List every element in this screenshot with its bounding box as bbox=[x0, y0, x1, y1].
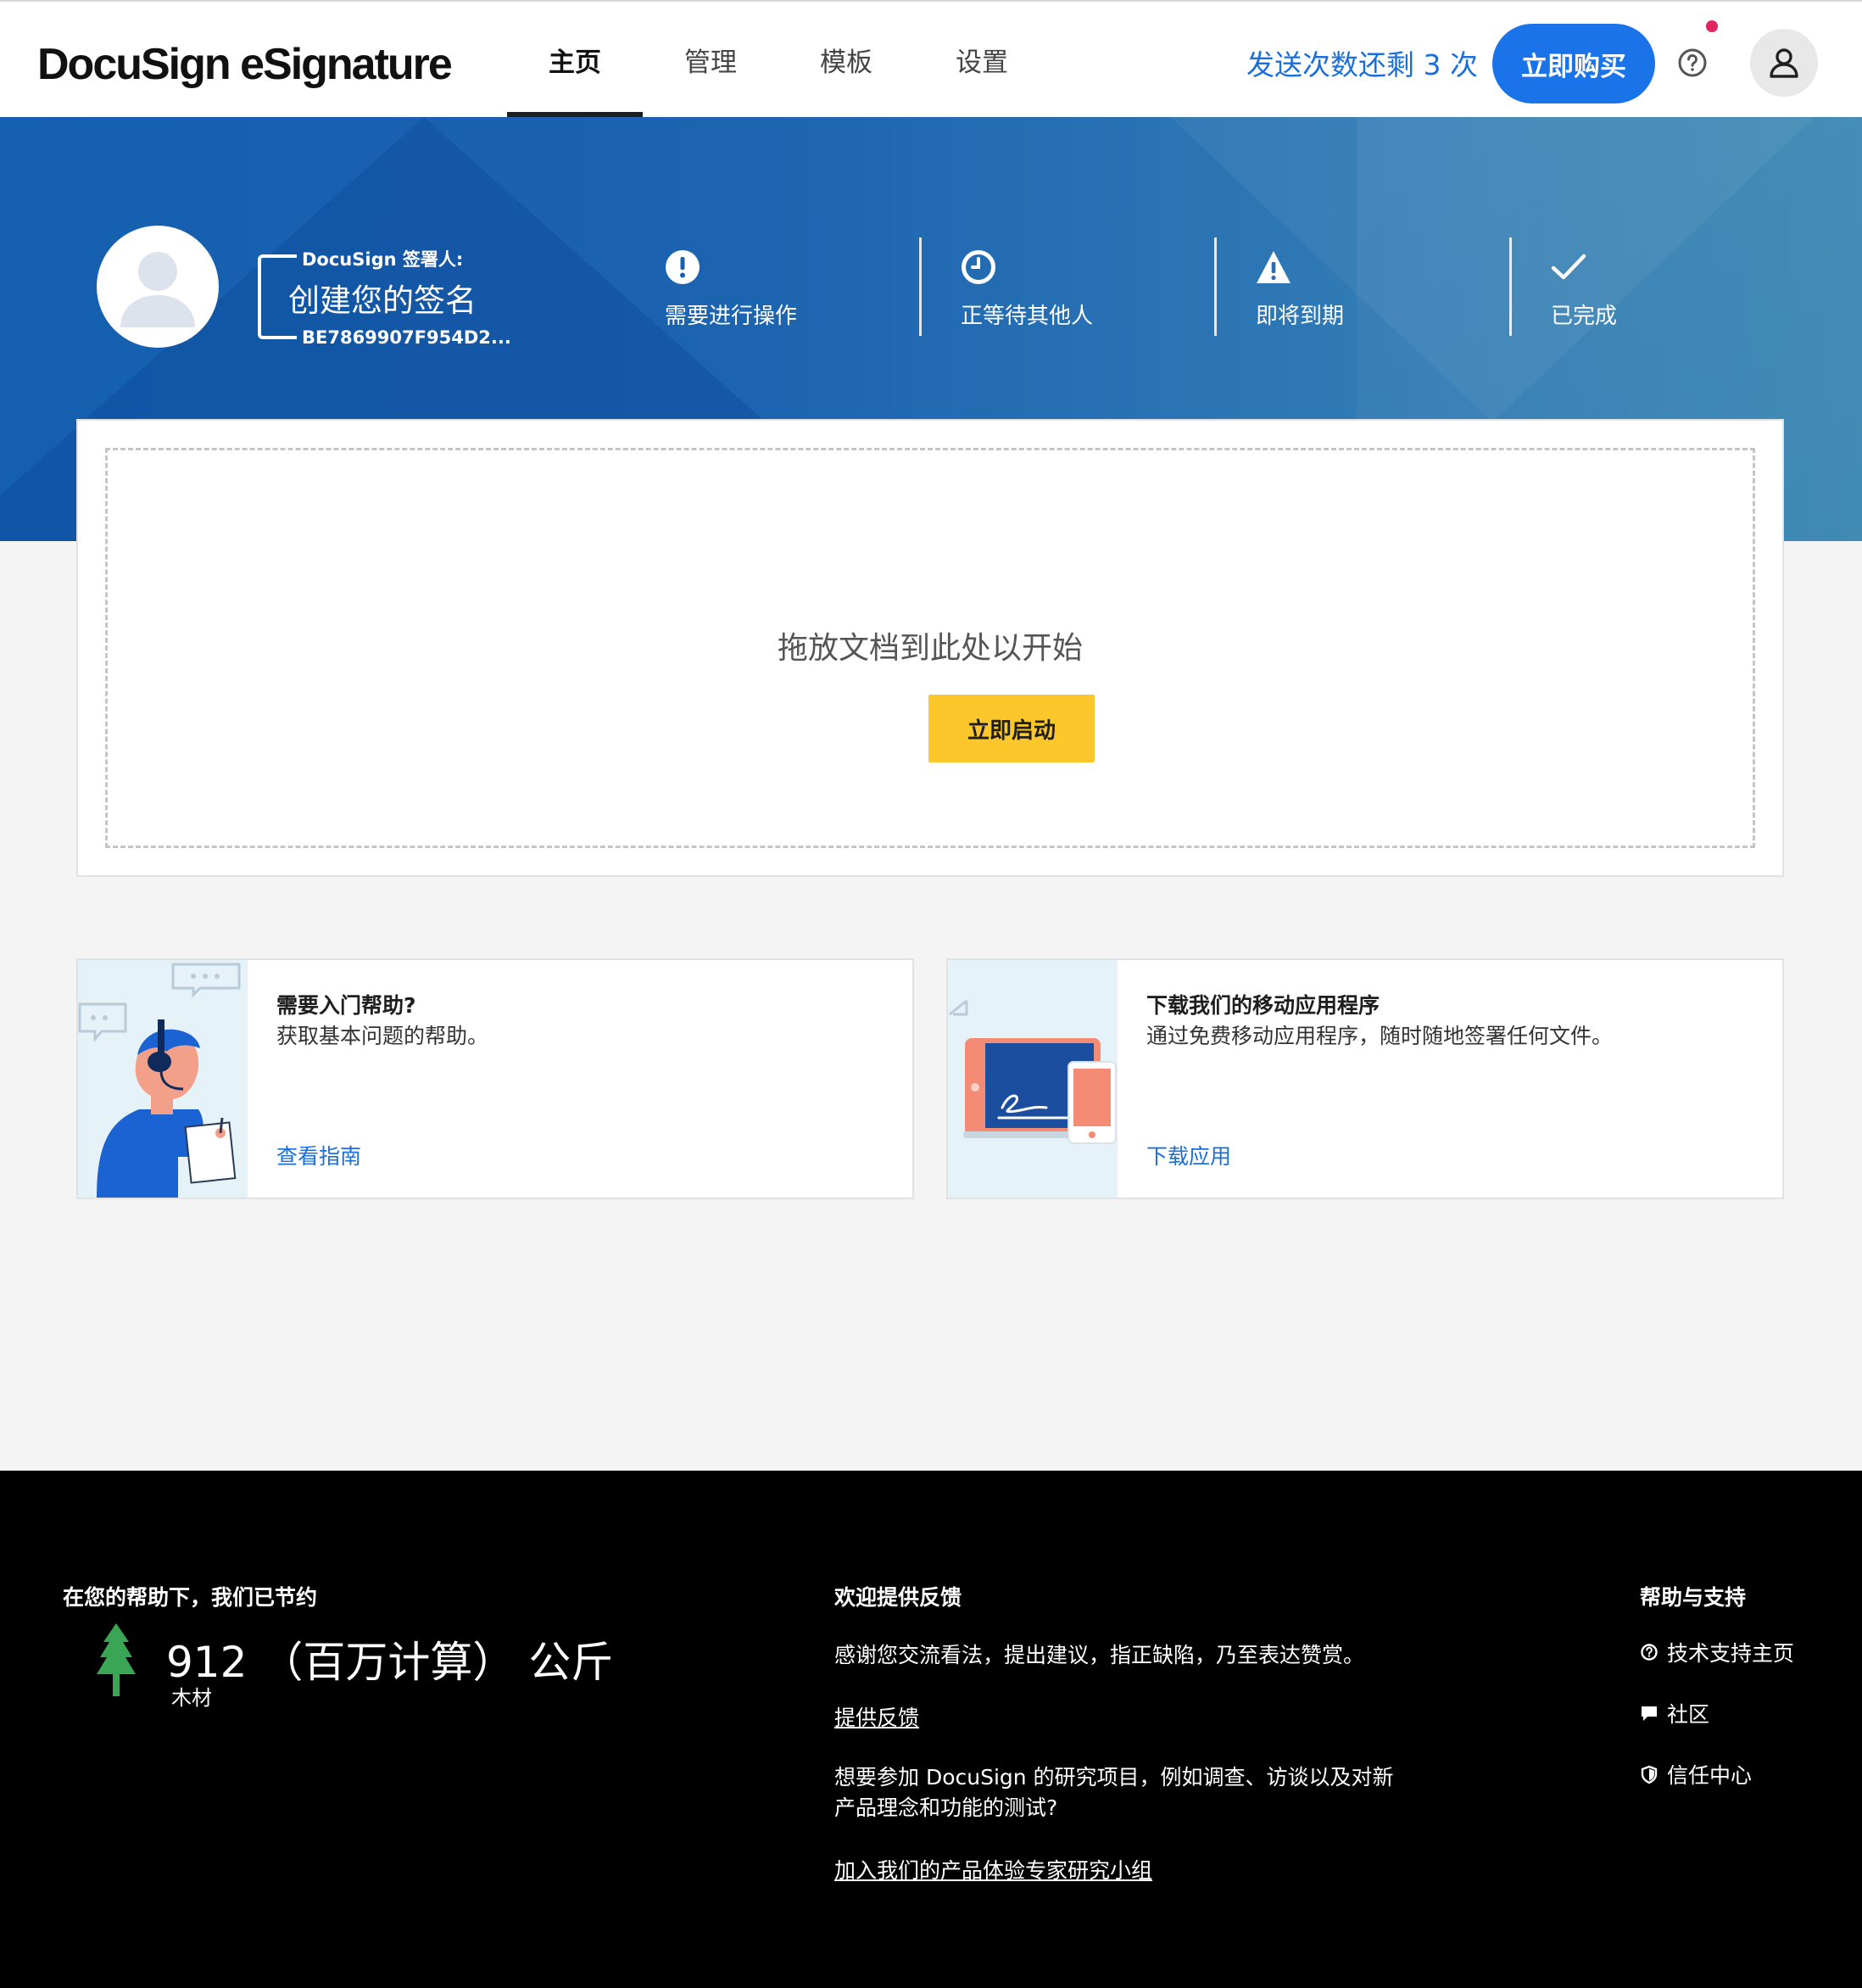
signature-bracket bbox=[258, 254, 297, 339]
nav-tab-manage[interactable]: 管理 bbox=[643, 2, 778, 117]
dropzone-card: 拖放文档到此处以开始 立即启动 bbox=[76, 419, 1784, 877]
stat-label: 即将到期 bbox=[1256, 304, 1345, 329]
file-dropzone[interactable]: 拖放文档到此处以开始 立即启动 bbox=[105, 448, 1755, 848]
buy-now-button[interactable]: 立即购买 bbox=[1492, 24, 1655, 103]
footer: 在您的帮助下，我们已节约 912 （百万计算） 公斤 木材 欢迎提供反馈 感谢您… bbox=[0, 1471, 1862, 1988]
view-guide-link[interactable]: 查看指南 bbox=[276, 1140, 361, 1170]
research-text-line-1: 想要参加 DocuSign 的研究项目，例如调查、访谈以及对新 bbox=[834, 1765, 1394, 1790]
chat-icon bbox=[1642, 1706, 1657, 1721]
check-icon bbox=[1551, 254, 1586, 280]
clock-icon bbox=[962, 250, 995, 284]
help-icon[interactable] bbox=[1677, 47, 1708, 78]
profile-avatar[interactable] bbox=[97, 226, 219, 348]
stat-label: 正等待其他人 bbox=[961, 304, 1094, 329]
signer-label: DocuSign 签署人: bbox=[302, 249, 464, 270]
tree-icon bbox=[97, 1623, 136, 1696]
trust-center-link[interactable]: 信任中心 bbox=[1640, 1759, 1752, 1790]
download-app-link[interactable]: 下载应用 bbox=[1146, 1140, 1231, 1170]
main-nav: 主页 管理 模板 设置 bbox=[507, 2, 1050, 117]
mobile-app-card-title: 下载我们的移动应用程序 bbox=[1146, 993, 1380, 1018]
help-card: 需要入门帮助? 获取基本问题的帮助。 查看指南 bbox=[76, 958, 914, 1199]
stat-divider bbox=[919, 237, 922, 336]
help-card-title: 需要入门帮助? bbox=[276, 993, 416, 1018]
wood-saved-amount: 912 （百万计算） 公斤 bbox=[166, 1638, 614, 1687]
stat-divider bbox=[1509, 237, 1512, 336]
stat-label: 已完成 bbox=[1551, 304, 1618, 329]
trust-center-label: 信任中心 bbox=[1667, 1763, 1753, 1788]
feedback-heading: 欢迎提供反馈 bbox=[834, 1585, 962, 1610]
exclamation-icon bbox=[666, 250, 700, 284]
notification-dot bbox=[1706, 20, 1718, 32]
mobile-app-card-description: 通过免费移动应用程序，随时随地签署任何文件。 bbox=[1146, 1024, 1614, 1048]
stat-label: 需要进行操作 bbox=[665, 304, 798, 329]
remaining-sends-link[interactable]: 发送次数还剩 3 次 bbox=[1246, 42, 1478, 83]
mobile-app-illustration bbox=[948, 960, 1118, 1198]
give-feedback-link[interactable]: 提供反馈 bbox=[834, 1701, 919, 1732]
start-now-button[interactable]: 立即启动 bbox=[928, 695, 1095, 762]
signer-id: BE7869907F954D2... bbox=[302, 327, 511, 348]
help-circle-icon bbox=[1641, 1644, 1658, 1661]
docusign-logo[interactable]: DocuSign eSignature bbox=[37, 39, 453, 90]
savings-heading: 在您的帮助下，我们已节约 bbox=[63, 1585, 318, 1610]
shield-icon bbox=[1641, 1765, 1658, 1784]
create-signature-link[interactable]: 创建您的签名 bbox=[288, 275, 477, 321]
community-link[interactable]: 社区 bbox=[1640, 1698, 1709, 1728]
help-card-description: 获取基本问题的帮助。 bbox=[276, 1024, 489, 1048]
nav-tab-home[interactable]: 主页 bbox=[507, 2, 643, 117]
warning-icon bbox=[1257, 251, 1291, 283]
nav-tab-settings[interactable]: 设置 bbox=[914, 2, 1050, 117]
user-icon bbox=[1770, 48, 1798, 78]
support-heading: 帮助与支持 bbox=[1640, 1585, 1747, 1610]
dropzone-text: 拖放文档到此处以开始 bbox=[777, 631, 1083, 666]
support-home-label: 技术支持主页 bbox=[1667, 1641, 1795, 1666]
user-menu-avatar[interactable] bbox=[1750, 29, 1818, 97]
top-bar: DocuSign eSignature 主页 管理 模板 设置 发送次数还剩 3… bbox=[0, 0, 1862, 117]
stat-divider bbox=[1214, 237, 1217, 336]
wood-saved-unit: 木材 bbox=[171, 1686, 212, 1710]
default-avatar-icon bbox=[120, 252, 195, 327]
support-agent-illustration bbox=[78, 960, 248, 1198]
feedback-text: 感谢您交流看法，提出建议，指正缺陷，乃至表达赞赏。 bbox=[834, 1643, 1365, 1667]
community-label: 社区 bbox=[1667, 1702, 1710, 1727]
support-home-link[interactable]: 技术支持主页 bbox=[1640, 1637, 1794, 1667]
nav-tab-templates[interactable]: 模板 bbox=[778, 2, 914, 117]
join-research-group-link[interactable]: 加入我们的产品体验专家研究小组 bbox=[834, 1854, 1152, 1885]
mobile-app-card: 下载我们的移动应用程序 通过免费移动应用程序，随时随地签署任何文件。 下载应用 bbox=[946, 958, 1784, 1199]
research-text-line-2: 产品理念和功能的测试? bbox=[834, 1795, 1058, 1820]
